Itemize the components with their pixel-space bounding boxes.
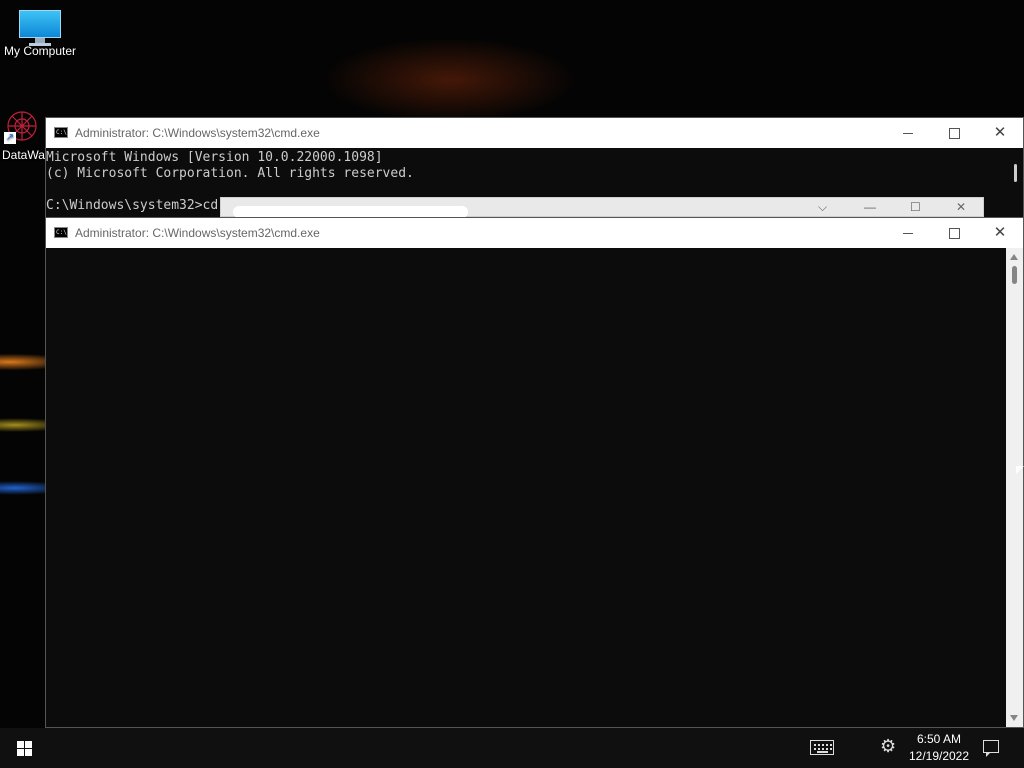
taskbar-clock[interactable]: 6:50 AM 12/19/2022 bbox=[904, 731, 974, 765]
start-button[interactable] bbox=[0, 728, 48, 768]
taskbar: ⚙ 6:50 AM 12/19/2022 bbox=[0, 728, 1024, 768]
desktop-icon-label: My Computer bbox=[3, 44, 77, 58]
window-titlebar[interactable]: C:\ Administrator: C:\Windows\system32\c… bbox=[46, 218, 1023, 248]
scrollbar-thumb[interactable] bbox=[1012, 266, 1017, 284]
maximize-icon bbox=[948, 228, 960, 240]
monitor-icon bbox=[19, 10, 61, 46]
scroll-up-arrow-icon[interactable] bbox=[1010, 254, 1018, 260]
notification-icon[interactable] bbox=[983, 740, 999, 757]
close-icon: ✕ bbox=[993, 224, 1007, 241]
close-button[interactable]: ✕ bbox=[977, 218, 1023, 248]
minimize-button[interactable] bbox=[885, 118, 931, 148]
maximize-icon bbox=[948, 128, 960, 140]
window-title: Administrator: C:\Windows\system32\cmd.e… bbox=[75, 226, 320, 240]
console-line: Microsoft Windows [Version 10.0.22000.10… bbox=[46, 150, 383, 165]
minimize-icon bbox=[903, 133, 913, 135]
mouse-cursor-icon bbox=[1016, 466, 1024, 474]
minimize-icon[interactable]: — bbox=[864, 200, 876, 214]
vertical-scrollbar[interactable] bbox=[1006, 248, 1023, 727]
scroll-down-arrow-icon[interactable] bbox=[1010, 715, 1018, 721]
window-title: Administrator: C:\Windows\system32\cmd.e… bbox=[75, 126, 320, 140]
shortcut-arrow-icon: ↗ bbox=[4, 132, 16, 144]
clock-date: 12/19/2022 bbox=[908, 749, 970, 763]
maximize-button[interactable] bbox=[931, 118, 977, 148]
settings-gear-icon[interactable]: ⚙ bbox=[880, 736, 896, 757]
close-icon: ✕ bbox=[993, 124, 1007, 141]
cmd-icon: C:\ bbox=[54, 127, 68, 138]
close-button[interactable]: ✕ bbox=[977, 118, 1023, 148]
datawarrior-icon: ↗ bbox=[4, 108, 40, 144]
scrollbar-thumb[interactable] bbox=[1014, 164, 1017, 182]
minimize-icon bbox=[903, 233, 913, 235]
desktop: My Computer ↗ DataWa C:\ Administrator: … bbox=[0, 0, 1024, 728]
window-titlebar[interactable]: C:\ Administrator: C:\Windows\system32\c… bbox=[46, 118, 1023, 148]
clock-time: 6:50 AM bbox=[916, 732, 962, 746]
close-icon[interactable]: ✕ bbox=[956, 200, 966, 214]
cmd-icon: C:\ bbox=[54, 227, 68, 238]
maximize-icon[interactable]: ☐ bbox=[910, 200, 921, 214]
chevron-down-icon[interactable]: ⌵ bbox=[818, 200, 827, 215]
minimize-button[interactable] bbox=[885, 218, 931, 248]
console-output[interactable] bbox=[46, 248, 1006, 727]
maximize-button[interactable] bbox=[931, 218, 977, 248]
desktop-icon-my-computer[interactable]: My Computer bbox=[0, 10, 80, 58]
console-line: (c) Microsoft Corporation. All rights re… bbox=[46, 166, 414, 181]
cmd-window-front[interactable]: C:\ Administrator: C:\Windows\system32\c… bbox=[45, 217, 1024, 728]
keyboard-icon[interactable] bbox=[810, 740, 834, 755]
background-window[interactable]: ⌵ — ☐ ✕ bbox=[220, 197, 984, 218]
